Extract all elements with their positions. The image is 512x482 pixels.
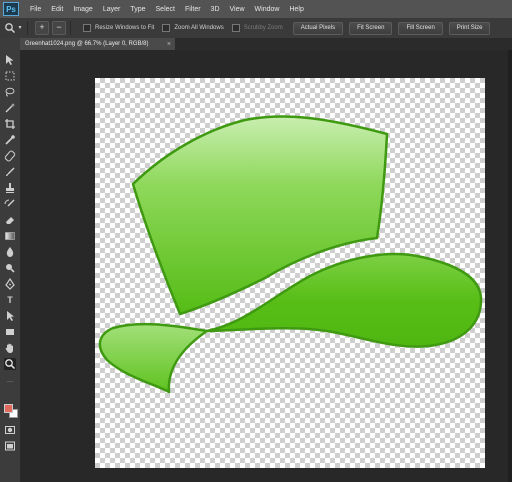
brush-icon[interactable] — [4, 166, 16, 178]
menu-type[interactable]: Type — [125, 6, 150, 13]
type-icon[interactable]: T — [4, 294, 16, 306]
hand-icon[interactable] — [4, 342, 16, 354]
menu-view[interactable]: View — [225, 6, 250, 13]
fit-screen-button[interactable]: Fit Screen — [349, 21, 393, 35]
checkbox-box[interactable] — [83, 24, 91, 32]
magic-wand-icon[interactable] — [4, 102, 16, 114]
clone-stamp-icon[interactable] — [4, 182, 16, 194]
menu-window[interactable]: Window — [250, 6, 285, 13]
divider — [70, 21, 71, 35]
extra-tools-icon[interactable]: ··· — [4, 376, 16, 388]
zoom-all-windows-checkbox[interactable]: Zoom All Windows — [162, 24, 224, 32]
close-icon[interactable]: × — [167, 41, 171, 48]
zoom-out-button[interactable]: − — [52, 21, 66, 35]
tool-preset-chevron-icon[interactable]: ▾ — [17, 22, 23, 34]
lasso-icon[interactable] — [4, 86, 16, 98]
menu-file[interactable]: File — [25, 6, 46, 13]
gradient-icon[interactable] — [4, 230, 16, 242]
crop-icon[interactable] — [4, 118, 16, 130]
green-hat-image — [98, 115, 483, 394]
menu-select[interactable]: Select — [151, 6, 180, 13]
zoom-in-button[interactable]: + — [35, 21, 49, 35]
checkbox-box[interactable] — [231, 24, 240, 32]
menu-layer[interactable]: Layer — [98, 6, 126, 13]
path-selection-icon[interactable] — [4, 310, 16, 322]
options-bar: ▾ + − Resize Windows to Fit Zoom All Win… — [0, 18, 512, 39]
move-icon[interactable] — [4, 54, 16, 66]
screen-mode-icon[interactable] — [4, 440, 16, 452]
zoom-tool-icon[interactable] — [4, 358, 16, 370]
spot-healing-icon[interactable] — [4, 150, 16, 162]
image-canvas[interactable] — [95, 78, 485, 468]
menu-bar: Ps File Edit Image Layer Type Select Fil… — [0, 0, 512, 18]
menu-help[interactable]: Help — [284, 6, 308, 13]
document-tab[interactable]: Greenhat1024.png @ 66.7% (Layer 0, RGB/8… — [20, 38, 175, 50]
checkbox-box[interactable] — [162, 24, 171, 32]
eraser-icon[interactable] — [4, 214, 16, 226]
photoshop-logo: Ps — [3, 2, 19, 16]
menu-edit[interactable]: Edit — [46, 6, 68, 13]
dodge-icon[interactable] — [4, 262, 16, 274]
hat-brim-tip — [98, 322, 209, 394]
quick-mask-icon[interactable] — [4, 424, 16, 436]
pen-icon[interactable] — [4, 277, 16, 290]
resize-windows-checkbox[interactable]: Resize Windows to Fit — [83, 24, 154, 32]
tools-panel: T ··· — [0, 38, 21, 482]
marquee-icon[interactable] — [4, 70, 16, 82]
zoom-all-windows-label: Zoom All Windows — [174, 25, 224, 31]
foreground-color-swatch[interactable] — [4, 404, 13, 413]
resize-windows-label: Resize Windows to Fit — [95, 25, 155, 31]
document-tab-bar: Greenhat1024.png @ 66.7% (Layer 0, RGB/8… — [20, 38, 512, 50]
actual-pixels-button[interactable]: Actual Pixels — [292, 21, 344, 35]
scrubby-zoom-label: Scrubby Zoom — [243, 25, 283, 31]
divider — [27, 21, 28, 35]
fill-screen-button[interactable]: Fill Screen — [398, 21, 443, 35]
scrubby-zoom-checkbox[interactable]: Scrubby Zoom — [231, 24, 283, 32]
menu-image[interactable]: Image — [68, 6, 97, 13]
zoom-icon[interactable] — [4, 22, 16, 34]
vertical-scrollbar[interactable] — [508, 50, 512, 482]
print-size-button[interactable]: Print Size — [448, 21, 491, 35]
rectangle-icon[interactable] — [4, 326, 16, 338]
blur-icon[interactable] — [4, 246, 16, 258]
history-brush-icon[interactable] — [4, 198, 16, 210]
menu-filter[interactable]: Filter — [180, 6, 206, 13]
menu-3d[interactable]: 3D — [206, 6, 225, 13]
eyedropper-icon[interactable] — [4, 134, 16, 146]
document-tab-title: Greenhat1024.png @ 66.7% (Layer 0, RGB/8… — [25, 41, 149, 47]
